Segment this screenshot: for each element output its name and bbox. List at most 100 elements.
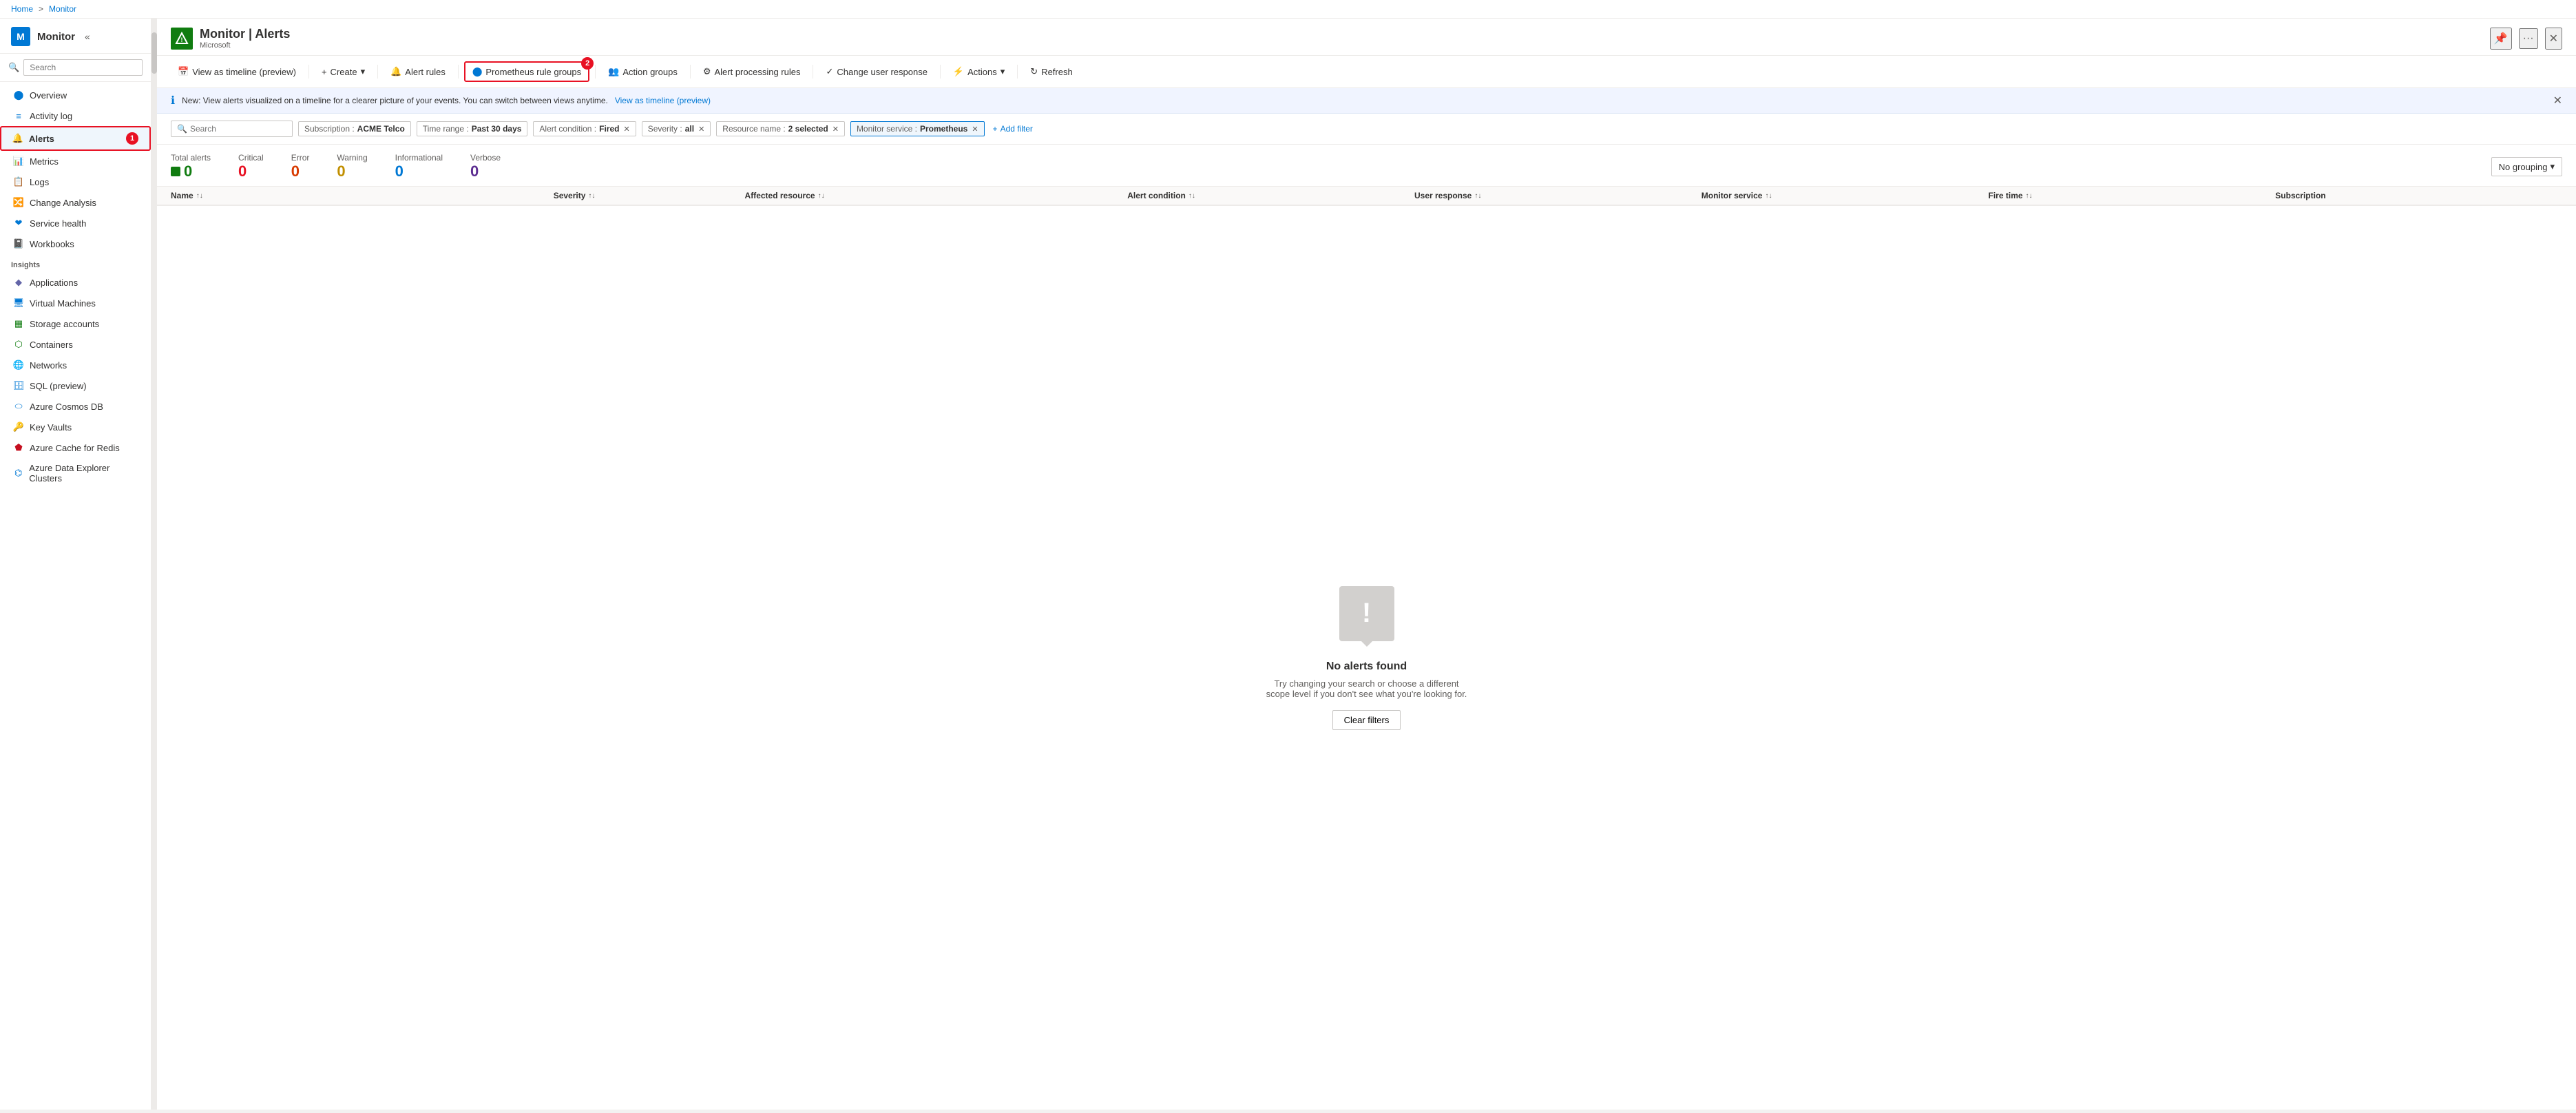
- collapse-button[interactable]: «: [82, 28, 93, 45]
- alerts-icon: 🔔: [12, 133, 23, 144]
- actions-button[interactable]: ⚡ Actions ▾: [946, 63, 1012, 81]
- sidebar-item-containers[interactable]: ⬡ Containers: [0, 334, 151, 355]
- sidebar-item-label: SQL (preview): [30, 381, 87, 391]
- chip-close-severity[interactable]: ✕: [698, 125, 704, 134]
- check-icon: ✓: [826, 66, 833, 77]
- sidebar-item-overview[interactable]: ⬤ Overview: [0, 85, 151, 105]
- refresh-button[interactable]: ↻ Refresh: [1023, 63, 1079, 81]
- col-header-condition[interactable]: Alert condition ↑↓: [1127, 191, 1414, 200]
- sidebar-item-storage-accounts[interactable]: ▦ Storage accounts: [0, 313, 151, 334]
- chip-val-resource: 2 selected: [788, 124, 828, 134]
- sidebar-item-applications[interactable]: ◆ Applications: [0, 272, 151, 293]
- change-user-response-button[interactable]: ✓ Change user response: [819, 63, 934, 81]
- sidebar: M Monitor « 🔍 ⬤ Overview ≡ Activity log …: [0, 19, 151, 1110]
- sidebar-item-virtual-machines[interactable]: 🖥 Virtual Machines: [0, 293, 151, 313]
- stat-total: Total alerts 0: [171, 153, 211, 180]
- page-subtitle: Microsoft: [200, 41, 2483, 50]
- view-timeline-button[interactable]: 📅 View as timeline (preview): [171, 63, 303, 81]
- sidebar-nav: ⬤ Overview ≡ Activity log 🔔 Alerts 1 📊 M…: [0, 82, 151, 491]
- alert-rules-button[interactable]: 🔔 Alert rules: [384, 63, 452, 81]
- chip-close-resource[interactable]: ✕: [833, 125, 839, 134]
- sidebar-item-activity-log[interactable]: ≡ Activity log: [0, 105, 151, 126]
- chip-val-monitor: Prometheus: [920, 124, 967, 134]
- info-text: New: View alerts visualized on a timelin…: [182, 96, 608, 105]
- col-header-resource[interactable]: Affected resource ↑↓: [745, 191, 1128, 200]
- sidebar-item-alerts[interactable]: 🔔 Alerts 1: [0, 126, 151, 151]
- alerts-badge: 1: [126, 132, 138, 145]
- info-banner-close-button[interactable]: ✕: [2553, 94, 2562, 107]
- breadcrumb-separator: >: [39, 4, 43, 14]
- stat-verbose: Verbose 0: [470, 153, 501, 180]
- sidebar-item-sql-preview[interactable]: 🗄 SQL (preview): [0, 375, 151, 396]
- chip-val-condition: Fired: [599, 124, 619, 134]
- info-banner-link[interactable]: View as timeline (preview): [615, 96, 711, 105]
- filter-chip-monitor-service[interactable]: Monitor service : Prometheus ✕: [850, 121, 985, 136]
- prometheus-icon: ⬤: [472, 66, 483, 77]
- col-header-firetime[interactable]: Fire time ↑↓: [1989, 191, 2276, 200]
- action-groups-button[interactable]: 👥 Action groups: [601, 63, 684, 81]
- sidebar-item-metrics[interactable]: 📊 Metrics: [0, 151, 151, 171]
- chip-close-condition[interactable]: ✕: [623, 125, 629, 134]
- stat-critical: Critical 0: [238, 153, 264, 180]
- col-header-severity[interactable]: Severity ↑↓: [554, 191, 745, 200]
- close-button[interactable]: ✕: [2545, 28, 2562, 50]
- sidebar-item-label: Virtual Machines: [30, 298, 96, 309]
- sidebar-item-label: Azure Data Explorer Clusters: [29, 463, 140, 483]
- col-header-userresp[interactable]: User response ↑↓: [1414, 191, 1701, 200]
- info-banner: ℹ New: View alerts visualized on a timel…: [157, 88, 2576, 114]
- col-header-monitor[interactable]: Monitor service ↑↓: [1701, 191, 1989, 200]
- stat-total-label: Total alerts: [171, 153, 211, 163]
- stat-critical-label: Critical: [238, 153, 264, 163]
- sidebar-item-label: Networks: [30, 360, 67, 371]
- sidebar-item-key-vaults[interactable]: 🔑 Key Vaults: [0, 417, 151, 437]
- filter-chip-timerange[interactable]: Time range : Past 30 days: [417, 121, 528, 136]
- toolbar-divider-8: [1017, 65, 1018, 79]
- sidebar-item-label: Applications: [30, 278, 78, 288]
- filter-search-box: 🔍: [171, 121, 293, 137]
- sort-icon-userresp: ↑↓: [1474, 192, 1481, 200]
- sidebar-item-change-analysis[interactable]: 🔀 Change Analysis: [0, 192, 151, 213]
- dataexplorer-icon: ⌬: [13, 468, 23, 479]
- sidebar-search-input[interactable]: [23, 59, 143, 76]
- stat-informational: Informational 0: [395, 153, 443, 180]
- sidebar-item-data-explorer[interactable]: ⌬ Azure Data Explorer Clusters: [0, 458, 151, 488]
- vm-icon: 🖥: [13, 298, 24, 309]
- workbooks-icon: 📓: [13, 238, 24, 249]
- col-header-name[interactable]: Name ↑↓: [171, 191, 554, 200]
- sidebar-item-cosmos-db[interactable]: ⬭ Azure Cosmos DB: [0, 396, 151, 417]
- scrollbar-thumb[interactable]: [151, 32, 157, 74]
- ellipsis-button[interactable]: ···: [2519, 28, 2538, 49]
- filter-chip-condition[interactable]: Alert condition : Fired ✕: [533, 121, 636, 136]
- alert-processing-rules-button[interactable]: ⚙ Alert processing rules: [696, 63, 808, 81]
- chip-val-timerange: Past 30 days: [472, 124, 522, 134]
- chip-close-monitor[interactable]: ✕: [972, 125, 978, 134]
- sidebar-item-label: Logs: [30, 177, 49, 187]
- sort-icon-monitor: ↑↓: [1765, 192, 1772, 200]
- search-icon: 🔍: [8, 62, 19, 73]
- sidebar-item-redis[interactable]: ⬟ Azure Cache for Redis: [0, 437, 151, 458]
- stat-informational-value: 0: [395, 163, 404, 180]
- sidebar-item-label: Azure Cache for Redis: [30, 443, 120, 453]
- clear-filters-button[interactable]: Clear filters: [1332, 710, 1401, 730]
- insights-section-label: Insights: [0, 254, 151, 272]
- sidebar-item-workbooks[interactable]: 📓 Workbooks: [0, 233, 151, 254]
- stat-warning-value: 0: [337, 163, 345, 180]
- filter-chip-subscription[interactable]: Subscription : ACME Telco: [298, 121, 411, 136]
- pin-button[interactable]: 📌: [2490, 28, 2512, 50]
- sidebar-item-service-health[interactable]: ❤ Service health: [0, 213, 151, 233]
- filter-chip-severity[interactable]: Severity : all ✕: [642, 121, 711, 136]
- filter-chip-resource[interactable]: Resource name : 2 selected ✕: [716, 121, 845, 136]
- breadcrumb-current[interactable]: Monitor: [49, 4, 76, 14]
- sidebar-item-logs[interactable]: 📋 Logs: [0, 171, 151, 192]
- stat-warning: Warning 0: [337, 153, 367, 180]
- create-button[interactable]: + Create ▾: [315, 63, 372, 81]
- prometheus-rule-groups-button[interactable]: ⬤ Prometheus rule groups: [464, 61, 589, 82]
- sidebar-item-networks[interactable]: 🌐 Networks: [0, 355, 151, 375]
- sidebar-item-label: Azure Cosmos DB: [30, 402, 103, 412]
- add-filter-button[interactable]: + Add filter: [990, 121, 1036, 136]
- sidebar-scrollbar[interactable]: [151, 19, 157, 1110]
- sort-icon-name: ↑↓: [196, 192, 203, 200]
- breadcrumb-home[interactable]: Home: [11, 4, 33, 14]
- filter-search-input[interactable]: [190, 124, 286, 134]
- grouping-dropdown[interactable]: No grouping ▾: [2491, 157, 2562, 176]
